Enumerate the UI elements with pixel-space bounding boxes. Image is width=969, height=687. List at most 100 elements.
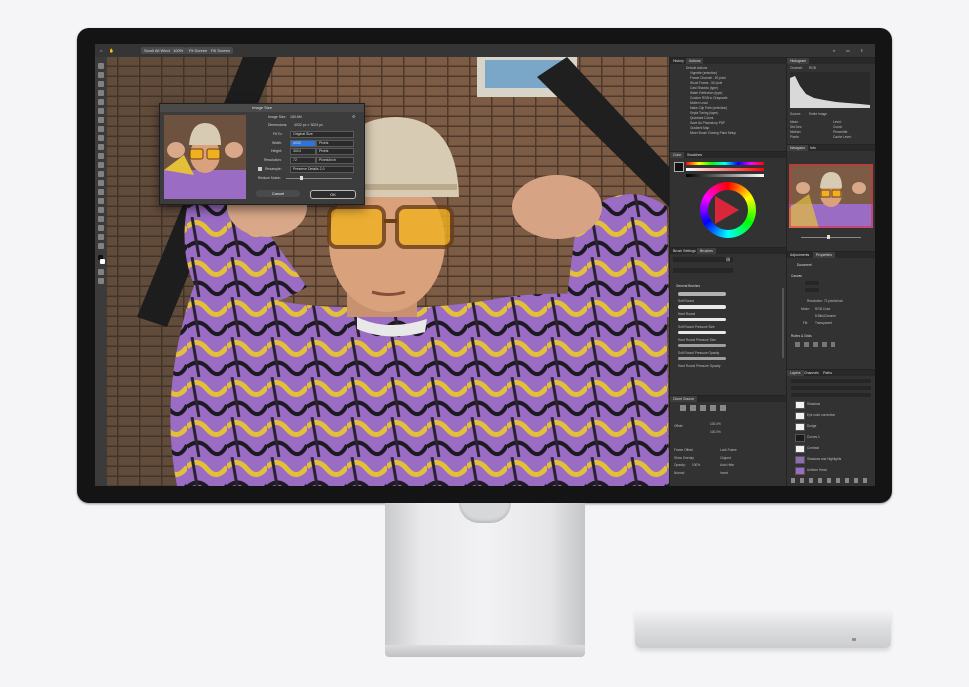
height-input[interactable]: 3024 <box>290 148 316 155</box>
action-item[interactable]: Sepia Toning (layer) <box>690 111 718 115</box>
brush-item[interactable]: Soft Round <box>678 299 694 303</box>
lock-fill-bar[interactable] <box>791 393 871 397</box>
dodge-tool-icon[interactable] <box>98 189 104 195</box>
ok-button[interactable]: OK <box>310 190 356 199</box>
path-select-tool-icon[interactable] <box>98 216 104 222</box>
layer-name[interactable]: Shadows and Highlights <box>807 457 841 461</box>
height-unit-select[interactable]: Pixels <box>316 148 354 155</box>
tab-navigator[interactable]: Navigator <box>787 145 808 151</box>
zoom-slider[interactable] <box>801 237 861 238</box>
quick-select-tool-icon[interactable] <box>98 90 104 96</box>
document-canvas[interactable]: Image Size Image Size: 183.6M Dimensions… <box>107 57 669 486</box>
saturation-slider[interactable] <box>686 168 764 171</box>
resolution-input[interactable]: 72 <box>290 157 316 164</box>
clone-source-buttons[interactable] <box>680 405 730 411</box>
canvas-section-label[interactable]: Canvas <box>791 274 802 278</box>
resolution-unit-select[interactable]: Pixels/Inch <box>316 157 354 164</box>
settings-gear-icon[interactable]: ⚙ <box>352 114 356 119</box>
action-item[interactable]: Save As Photoshop PDF <box>690 121 725 125</box>
zoom-slider-handle[interactable] <box>827 235 830 239</box>
action-item[interactable]: Make Clip Path (selection) <box>690 106 727 110</box>
quick-mask-icon[interactable] <box>98 269 104 275</box>
background-color-swatch[interactable] <box>100 259 105 264</box>
brush-size-field[interactable] <box>673 257 733 262</box>
layer-name[interactable]: Curves 1 <box>807 435 820 439</box>
width-input[interactable]: 4032 <box>290 140 316 147</box>
workspace-icon[interactable]: ▭ <box>843 47 853 54</box>
brush-group-label[interactable]: General Brushes <box>676 284 700 288</box>
brush-tool-icon[interactable] <box>98 135 104 141</box>
fill-screen-button[interactable]: Fill Screen <box>208 47 233 54</box>
zoom-100-button[interactable]: 100% <box>170 47 187 54</box>
hue-slider[interactable] <box>686 162 764 165</box>
zoom-tool-icon[interactable] <box>98 243 104 249</box>
frame-tool-icon[interactable] <box>98 108 104 114</box>
tab-swatches[interactable]: Swatches <box>684 152 705 158</box>
action-item[interactable]: Frame Channel - 50 pixel <box>690 76 726 80</box>
crop-tool-icon[interactable] <box>98 99 104 105</box>
tab-history[interactable]: History <box>670 58 687 64</box>
rulers-grid-buttons[interactable] <box>795 342 835 347</box>
eraser-tool-icon[interactable] <box>98 162 104 168</box>
lock-frame-label[interactable]: Lock Frame <box>720 448 737 452</box>
mode-value[interactable]: RGB Color <box>815 307 830 311</box>
new-brush-icon[interactable]: ⊞ <box>726 257 730 263</box>
layer-name[interactable]: Shadows <box>807 402 820 406</box>
action-item[interactable]: Gradient Map <box>690 126 709 130</box>
marquee-tool-icon[interactable] <box>98 72 104 78</box>
eyedropper-tool-icon[interactable] <box>98 117 104 123</box>
action-item[interactable]: Default Actions <box>686 66 707 70</box>
layer-actions-bar[interactable] <box>791 478 871 483</box>
screen-mode-icon[interactable] <box>98 278 104 284</box>
action-item[interactable]: Custom RGB to Grayscale <box>690 96 728 100</box>
brushes-scrollbar[interactable] <box>782 288 784 358</box>
tab-adjustments[interactable]: Adjustments <box>787 252 812 258</box>
canvas-width-field[interactable] <box>805 281 819 285</box>
clone-h-value[interactable]: 100.0% <box>710 430 721 434</box>
brush-item[interactable]: Hard Round Pressure Opacity <box>678 364 721 368</box>
brush-item[interactable]: Soft Round Pressure Size <box>678 325 715 329</box>
action-item[interactable]: Water Reflection (type) <box>690 91 722 95</box>
hand-tool-icon[interactable] <box>98 234 104 240</box>
tab-brushes[interactable]: Brushes <box>697 248 716 254</box>
bit-depth-value[interactable]: 8 Bits/Channel <box>815 314 836 318</box>
opacity-value[interactable]: 100% <box>692 463 700 467</box>
search-icon[interactable]: ⌕ <box>830 47 838 54</box>
tab-paths[interactable]: Paths <box>820 370 835 376</box>
tab-channels[interactable]: Channels <box>801 370 822 376</box>
reduce-noise-slider[interactable] <box>286 178 352 179</box>
invert-label[interactable]: Invert <box>720 471 728 475</box>
shape-tool-icon[interactable] <box>98 225 104 231</box>
action-item[interactable]: Wood Frame - 50 pixel <box>690 81 722 85</box>
blend-opacity-bar[interactable] <box>791 386 871 390</box>
blur-tool-icon[interactable] <box>98 180 104 186</box>
action-item[interactable]: Quadrant Colors <box>690 116 713 120</box>
action-item[interactable]: Mixer Brush Cloning Paint Setup <box>690 131 736 135</box>
reduce-noise-slider-handle[interactable] <box>300 176 303 180</box>
tab-clone-source[interactable]: Clone Source <box>670 396 698 402</box>
action-item[interactable]: Cast Shadow (type) <box>690 86 718 90</box>
gradient-tool-icon[interactable] <box>98 171 104 177</box>
clone-stamp-tool-icon[interactable] <box>98 144 104 150</box>
foreground-color-chip[interactable] <box>674 162 684 172</box>
move-tool-icon[interactable] <box>98 63 104 69</box>
resample-checkbox[interactable] <box>258 167 262 171</box>
layer-name[interactable]: Eye color correction <box>807 413 835 417</box>
action-item[interactable]: Vignette (selection) <box>690 71 717 75</box>
channel-value[interactable]: RGB <box>809 66 816 70</box>
tab-properties[interactable]: Properties <box>813 252 835 258</box>
brush-item[interactable]: Soft Round Pressure Opacity <box>678 351 719 355</box>
home-icon[interactable]: ⌂ <box>100 47 102 54</box>
source-value[interactable]: Entire Image <box>809 112 827 116</box>
color-triangle[interactable] <box>715 196 739 224</box>
layer-filter-bar[interactable] <box>791 379 871 383</box>
healing-tool-icon[interactable] <box>98 126 104 132</box>
resample-select[interactable]: Preserve Details 2.0 <box>290 166 354 173</box>
blend-mode-value[interactable]: Normal <box>674 471 684 475</box>
navigator-thumbnail[interactable] <box>789 164 873 228</box>
width-unit-select[interactable]: Pixels <box>316 140 354 147</box>
type-tool-icon[interactable] <box>98 207 104 213</box>
fit-screen-button[interactable]: Fit Screen <box>186 47 211 54</box>
tab-brush-settings[interactable]: Brush Settings <box>670 248 699 254</box>
brush-search-input[interactable] <box>673 268 733 273</box>
